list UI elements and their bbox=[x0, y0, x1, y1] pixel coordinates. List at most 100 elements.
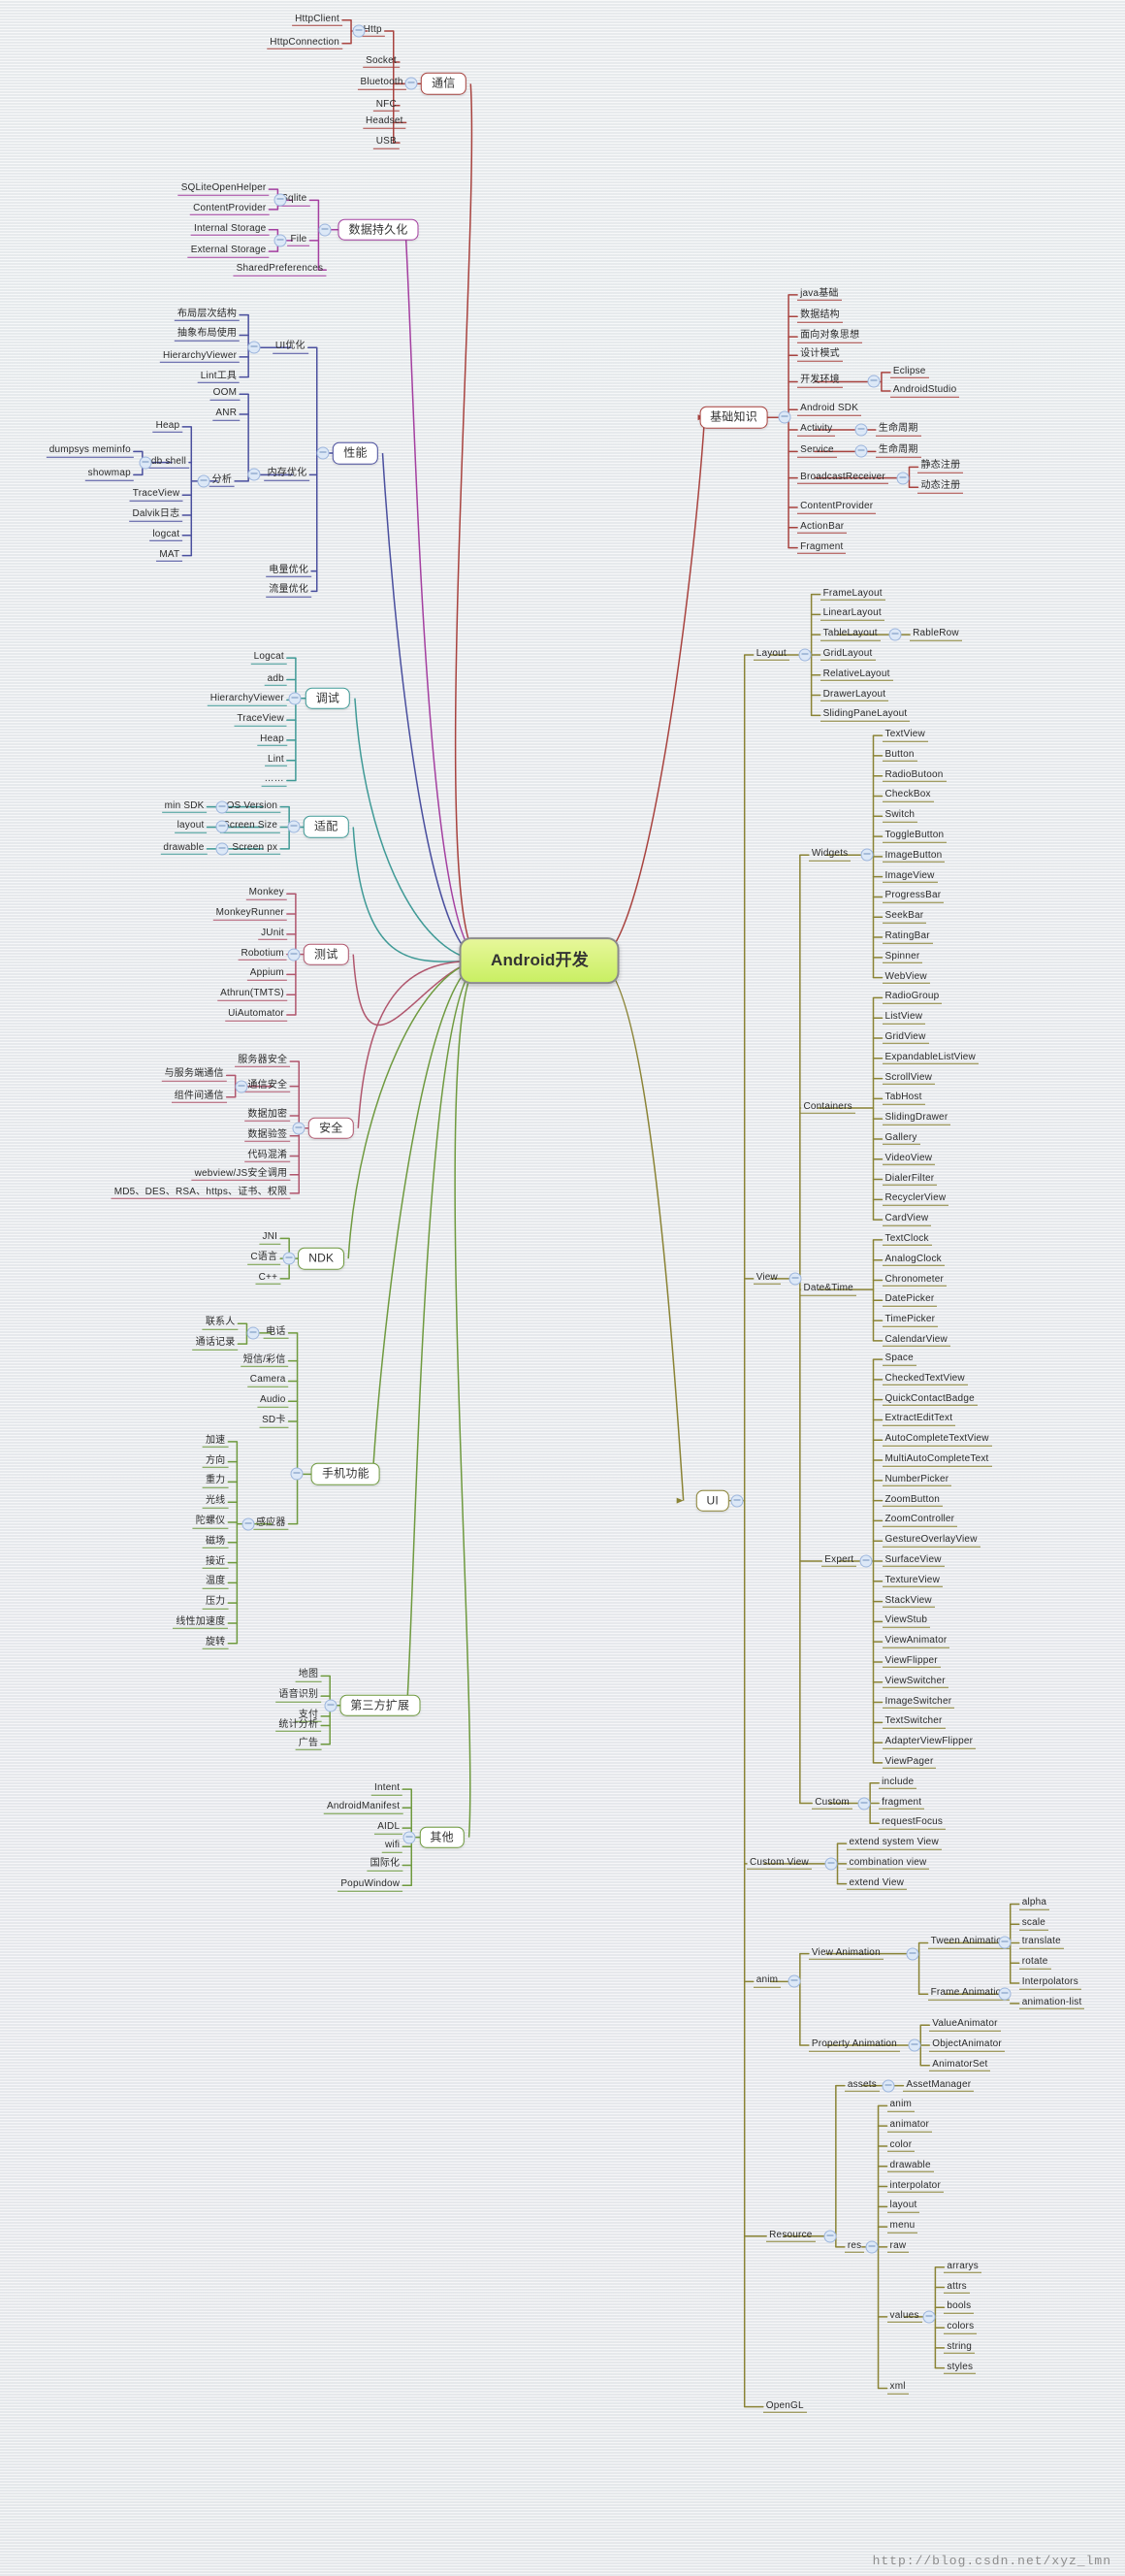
mindmap-node-ui-layout[interactable]: Layout bbox=[753, 648, 789, 662]
mindmap-node-d-4[interactable]: DatePicker bbox=[882, 1293, 938, 1307]
mindmap-node-tw-2[interactable]: scale bbox=[1018, 1917, 1049, 1931]
collapse-toggle-ui-expert[interactable] bbox=[859, 1554, 873, 1568]
mindmap-node-tw-5[interactable]: Interpolators bbox=[1018, 1976, 1081, 1990]
mindmap-node-sec-4[interactable]: 代码混淆 bbox=[244, 1150, 291, 1162]
mindmap-node-sec-2[interactable]: 数据加密 bbox=[244, 1109, 291, 1123]
mindmap-node-ndk-jni[interactable]: JNI bbox=[259, 1232, 281, 1245]
mindmap-node-test[interactable]: 测试 bbox=[304, 943, 349, 965]
mindmap-node-tw-4[interactable]: rotate bbox=[1018, 1956, 1051, 1970]
mindmap-node-pers[interactable]: 数据持久化 bbox=[338, 218, 419, 241]
mindmap-node-sec-5[interactable]: webview/JS安全调用 bbox=[191, 1168, 291, 1181]
mindmap-node-r-2[interactable]: animator bbox=[886, 2119, 933, 2133]
collapse-toggle-phone-tel[interactable] bbox=[246, 1326, 260, 1340]
mindmap-node-c-10[interactable]: DialerFilter bbox=[882, 1173, 938, 1186]
mindmap-node-adapt-drawable[interactable]: drawable bbox=[160, 842, 208, 856]
collapse-toggle-ui-resource[interactable] bbox=[823, 2230, 837, 2243]
mindmap-node-fr-1[interactable]: animation-list bbox=[1018, 1997, 1085, 2010]
mindmap-node-c-7[interactable]: SlidingDrawer bbox=[882, 1112, 951, 1125]
mindmap-node-b-10[interactable]: ContentProvider bbox=[797, 501, 877, 514]
mindmap-node-v-2[interactable]: attrs bbox=[944, 2281, 970, 2294]
mindmap-node-e-7[interactable]: NumberPicker bbox=[882, 1474, 952, 1487]
mindmap-node-pers-file[interactable]: File bbox=[287, 234, 310, 247]
mindmap-node-e-3[interactable]: QuickContactBadge bbox=[882, 1393, 978, 1406]
mindmap-node-cu-2[interactable]: fragment bbox=[879, 1797, 925, 1810]
mindmap-node-l-7[interactable]: SlidingPaneLayout bbox=[820, 709, 911, 722]
mindmap-node-w-9[interactable]: ProgressBar bbox=[882, 891, 945, 903]
mindmap-node-d-1[interactable]: TextClock bbox=[882, 1233, 932, 1247]
collapse-toggle-ndk[interactable] bbox=[282, 1252, 296, 1265]
mindmap-node-e-6[interactable]: MultiAutoCompleteText bbox=[882, 1453, 992, 1467]
mindmap-node-sensor-2[interactable]: 方向 bbox=[202, 1455, 229, 1468]
collapse-toggle-pers[interactable] bbox=[318, 223, 332, 237]
mindmap-node-c-5[interactable]: ScrollView bbox=[882, 1072, 935, 1085]
mindmap-node-d-2[interactable]: AnalogClock bbox=[882, 1254, 945, 1266]
collapse-toggle-perf-ui[interactable] bbox=[247, 341, 261, 354]
mindmap-node-ui[interactable]: UI bbox=[695, 1489, 729, 1512]
mindmap-node-rs-am[interactable]: AssetManager bbox=[903, 2079, 975, 2092]
mindmap-node-ndk[interactable]: NDK bbox=[298, 1247, 345, 1270]
mindmap-node-l-1[interactable]: FrameLayout bbox=[820, 588, 885, 601]
mindmap-node-ui-containers[interactable]: Containers bbox=[800, 1101, 855, 1115]
mindmap-node-c-1[interactable]: RadioGroup bbox=[882, 992, 943, 1004]
mindmap-node-r-xml[interactable]: xml bbox=[886, 2382, 909, 2395]
mindmap-node-ui-view[interactable]: View bbox=[753, 1272, 781, 1286]
mindmap-node-sensor-5[interactable]: 陀螺仪 bbox=[192, 1516, 229, 1529]
mindmap-node-sensor-8[interactable]: 温度 bbox=[202, 1577, 229, 1589]
mindmap-node-e-2[interactable]: CheckedTextView bbox=[882, 1373, 968, 1386]
mindmap-node-e-14[interactable]: ViewStub bbox=[882, 1615, 931, 1628]
mindmap-node-b-11[interactable]: ActionBar bbox=[797, 521, 848, 535]
mindmap-node-test-4[interactable]: Robotium bbox=[238, 948, 287, 961]
mindmap-node-perf-dumpsys[interactable]: dumpsys meminfo bbox=[46, 445, 134, 458]
mindmap-node-adapt-os[interactable]: OS Version bbox=[223, 800, 281, 813]
mindmap-node-adapt-layout[interactable]: layout bbox=[174, 821, 208, 833]
mindmap-node-sensor-4[interactable]: 光线 bbox=[202, 1495, 229, 1509]
mindmap-node-perf-mem[interactable]: 内存优化 bbox=[264, 469, 310, 481]
mindmap-node-rs-res[interactable]: res bbox=[844, 2240, 865, 2254]
mindmap-node-ndk-cpp[interactable]: C++ bbox=[255, 1272, 281, 1286]
mindmap-node-b-dynamic[interactable]: 动态注册 bbox=[917, 480, 964, 494]
collapse-toggle-adapt-px[interactable] bbox=[215, 842, 229, 856]
mindmap-node-r-5[interactable]: interpolator bbox=[886, 2180, 944, 2193]
mindmap-node-e-17[interactable]: ViewSwitcher bbox=[882, 1676, 948, 1688]
mindmap-node-debug-7[interactable]: …… bbox=[261, 774, 287, 787]
mindmap-node-ui-datetime[interactable]: Date&Time bbox=[800, 1283, 856, 1296]
mindmap-node-sec-6[interactable]: MD5、DES、RSA、https、证书、权限 bbox=[111, 1187, 291, 1200]
mindmap-node-pers-helper[interactable]: SQLiteOpenHelper bbox=[177, 182, 270, 196]
mindmap-node-ui-custom[interactable]: Custom bbox=[812, 1797, 852, 1810]
mindmap-node-w-4[interactable]: CheckBox bbox=[882, 790, 934, 802]
mindmap-node-b-7[interactable]: Activity bbox=[797, 423, 836, 437]
mindmap-node-perf-heap[interactable]: Heap bbox=[152, 420, 183, 434]
mindmap-node-perf-ui-4[interactable]: Lint工具 bbox=[197, 371, 241, 383]
mindmap-node-debug[interactable]: 调试 bbox=[305, 687, 351, 710]
collapse-toggle-b-7[interactable] bbox=[854, 423, 868, 437]
mindmap-node-c-11[interactable]: RecyclerView bbox=[882, 1193, 949, 1206]
mindmap-node-b-6[interactable]: Android SDK bbox=[797, 403, 862, 416]
mindmap-node-b-srv-life[interactable]: 生命周期 bbox=[875, 445, 921, 458]
mindmap-node-pa-1[interactable]: ValueAnimator bbox=[929, 2018, 1001, 2032]
mindmap-node-e-15[interactable]: ViewAnimator bbox=[882, 1635, 950, 1648]
collapse-toggle-adapt[interactable] bbox=[287, 820, 301, 833]
mindmap-node-perf-dalvik[interactable]: Dalvik日志 bbox=[129, 508, 183, 522]
mindmap-node-l-2[interactable]: LinearLayout bbox=[820, 608, 884, 621]
collapse-toggle-sec-comm[interactable] bbox=[235, 1080, 248, 1093]
mindmap-node-r-3[interactable]: color bbox=[886, 2139, 916, 2153]
mindmap-node-ui-expert[interactable]: Expert bbox=[821, 1554, 857, 1568]
mindmap-node-l-3[interactable]: TableLayout bbox=[820, 628, 881, 641]
mindmap-node-l-rablerow[interactable]: RableRow bbox=[910, 628, 962, 641]
mindmap-node-test-7[interactable]: UiAutomator bbox=[225, 1008, 287, 1022]
collapse-toggle-an-frame[interactable] bbox=[998, 1987, 1012, 2001]
mindmap-node-d-3[interactable]: Chronometer bbox=[882, 1274, 948, 1287]
mindmap-node-w-2[interactable]: Button bbox=[882, 749, 917, 763]
mindmap-node-phone-calllog[interactable]: 通话记录 bbox=[192, 1337, 239, 1351]
mindmap-node-e-4[interactable]: ExtractEditText bbox=[882, 1414, 956, 1426]
mindmap-node-d-5[interactable]: TimePicker bbox=[882, 1314, 939, 1327]
mindmap-node-other-5[interactable]: 国际化 bbox=[367, 1859, 403, 1872]
collapse-toggle-debug[interactable] bbox=[288, 692, 302, 705]
mindmap-node-sec-comm[interactable]: 通信安全 bbox=[244, 1080, 291, 1092]
collapse-toggle-an-tween[interactable] bbox=[998, 1936, 1012, 1949]
collapse-toggle-r-values[interactable] bbox=[922, 2310, 936, 2324]
mindmap-node-test-6[interactable]: Athrun(TMTS) bbox=[217, 988, 287, 1001]
mindmap-node-pers-internal[interactable]: Internal Storage bbox=[191, 223, 270, 236]
mindmap-node-w-10[interactable]: SeekBar bbox=[882, 910, 927, 924]
mindmap-node-comm-httpconnection[interactable]: HttpConnection bbox=[267, 37, 343, 50]
